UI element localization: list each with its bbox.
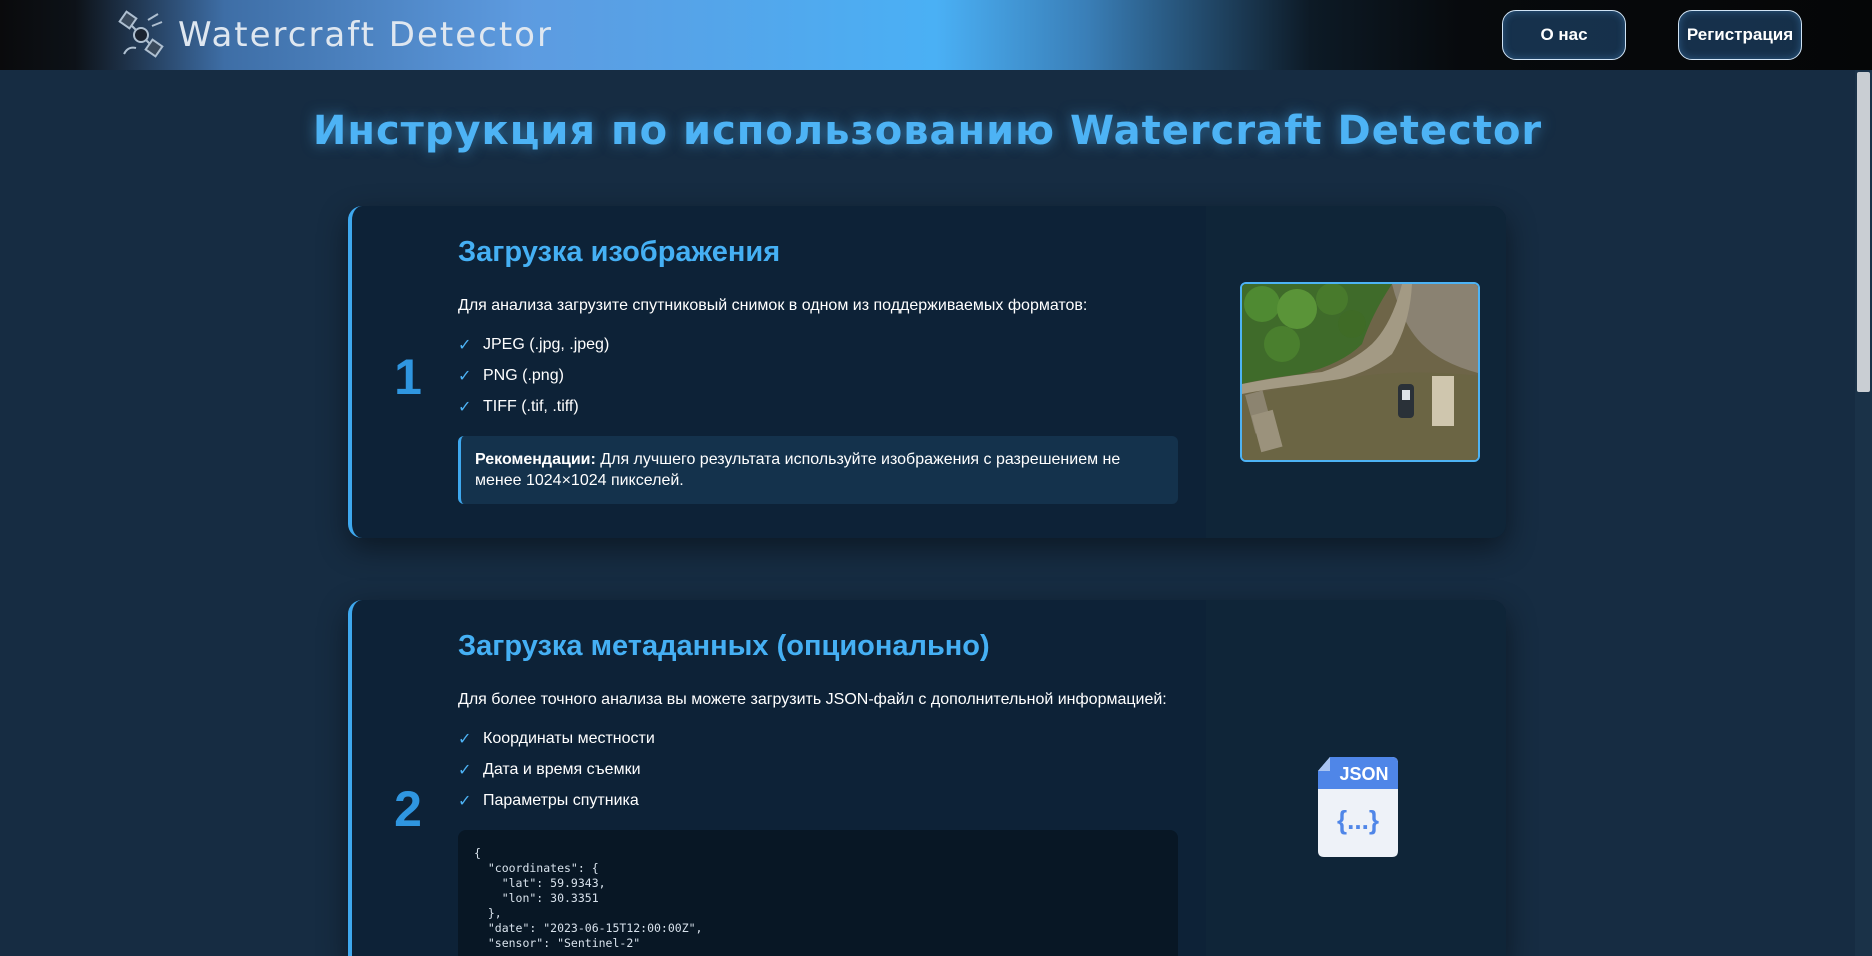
list-item: ✓ TIFF (.tif, .tiff) <box>458 391 1178 422</box>
list-item: ✓ JPEG (.jpg, .jpeg) <box>458 329 1178 360</box>
register-button[interactable]: Регистрация <box>1678 10 1802 60</box>
step-title: Загрузка изображения <box>458 236 781 268</box>
list-item-label: Дата и время съемки <box>483 760 641 778</box>
step-intro: Для более точного анализа вы можете загр… <box>458 691 1167 708</box>
check-icon: ✓ <box>458 336 472 354</box>
step-title: Загрузка метаданных (опционально) <box>458 630 990 662</box>
check-icon: ✓ <box>458 730 472 748</box>
check-icon: ✓ <box>458 398 472 416</box>
page-title: Инструкция по использованию Watercraft D… <box>312 108 1543 154</box>
check-icon: ✓ <box>458 792 472 810</box>
brand[interactable]: Watercraft Detector <box>118 10 553 60</box>
step-card-upload-metadata: 2 Загрузка метаданных (опционально) Для … <box>348 600 1506 956</box>
step-content: Загрузка метаданных (опционально) Для бо… <box>458 630 1178 956</box>
satellite-logo-icon <box>118 10 164 58</box>
note-label: Рекомендации: <box>475 451 596 468</box>
step-intro: Для анализа загрузите спутниковый снимок… <box>458 297 1088 314</box>
step-number: 1 <box>394 349 422 405</box>
check-icon: ✓ <box>458 367 472 385</box>
list-item: ✓ Параметры спутника <box>458 785 1178 816</box>
list-item-label: PNG (.png) <box>483 366 564 384</box>
list-item-label: Параметры спутника <box>483 791 639 809</box>
satellite-image-art <box>1242 284 1478 460</box>
list-item: ✓ Координаты местности <box>458 723 1178 754</box>
step-card-upload-image: 1 Загрузка изображения Для анализа загру… <box>348 206 1506 538</box>
step-content: Загрузка изображения Для анализа загрузи… <box>458 236 1178 504</box>
list-item-label: Координаты местности <box>483 729 655 747</box>
scrollbar-thumb[interactable] <box>1857 72 1870 392</box>
page-scrollbar[interactable] <box>1855 70 1872 956</box>
list-item: ✓ Дата и время съемки <box>458 754 1178 785</box>
json-braces-label: {...} <box>1337 805 1379 835</box>
list-item-label: TIFF (.tif, .tiff) <box>483 397 579 415</box>
step-number: 2 <box>394 781 422 837</box>
list-item-label: JPEG (.jpg, .jpeg) <box>483 335 610 353</box>
brand-title: Watercraft Detector <box>178 15 553 55</box>
satellite-image <box>1240 282 1480 462</box>
json-file-icon: JSON {...} <box>1318 757 1398 857</box>
format-list: ✓ JPEG (.jpg, .jpeg) ✓ PNG (.png) ✓ TIFF… <box>458 329 1178 422</box>
json-example-code: { "coordinates": { "lat": 59.9343, "lon"… <box>458 830 1178 956</box>
metadata-list: ✓ Координаты местности ✓ Дата и время съ… <box>458 723 1178 816</box>
list-item: ✓ PNG (.png) <box>458 360 1178 391</box>
json-badge-label: JSON <box>1339 764 1388 784</box>
top-navbar: Watercraft Detector О нас Регистрация <box>0 0 1872 70</box>
about-button[interactable]: О нас <box>1502 10 1626 60</box>
check-icon: ✓ <box>458 761 472 779</box>
recommendation-note: Рекомендации: Для лучшего результата исп… <box>458 436 1178 504</box>
